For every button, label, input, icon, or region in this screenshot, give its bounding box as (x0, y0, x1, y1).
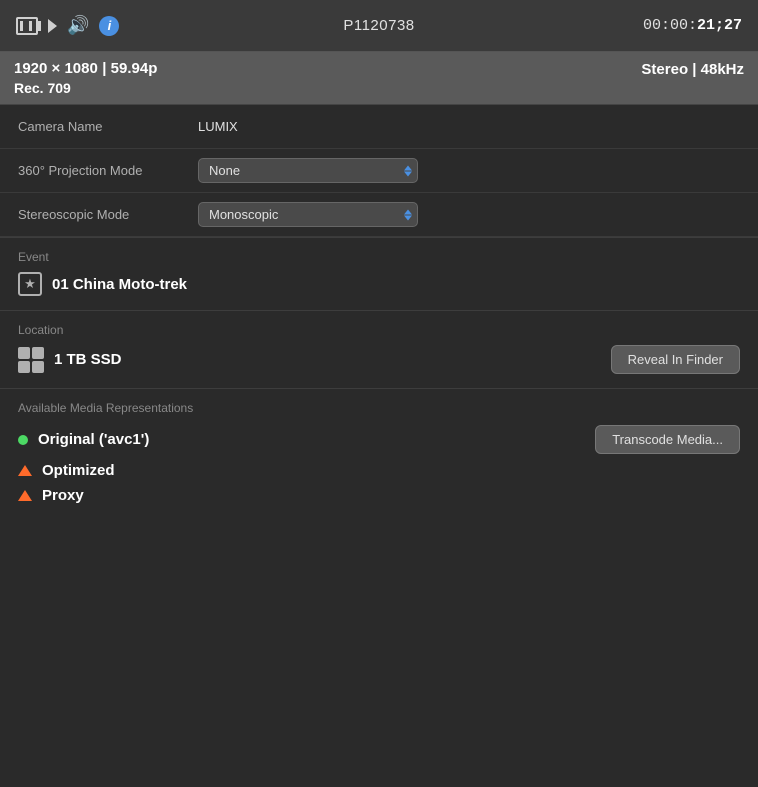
timecode-display: 00:00:21;27 (643, 17, 742, 34)
property-row-stereoscopic: Stereoscopic Mode Monoscopic Side by Sid… (0, 193, 758, 237)
proxy-status-triangle (18, 490, 32, 501)
location-name: 1 TB SSD (54, 351, 122, 368)
event-star-icon: ★ (18, 272, 42, 296)
location-section: Location 1 TB SSD Reveal In Finder (0, 311, 758, 389)
camera-name-label: Camera Name (18, 119, 198, 134)
info-bar: 1920 × 1080 | 59.94p Stereo | 48kHz Rec.… (0, 52, 758, 105)
event-section-label: Event (18, 250, 740, 264)
stereoscopic-label: Stereoscopic Mode (18, 207, 198, 222)
clip-title: P1120738 (343, 17, 414, 34)
media-row-original-left: Original ('avc1') (18, 431, 149, 448)
content-area: Camera Name LUMIX 360° Projection Mode N… (0, 105, 758, 784)
original-status-dot (18, 435, 28, 445)
info-bar-row1: 1920 × 1080 | 59.94p Stereo | 48kHz (14, 60, 744, 78)
storage-cell-1 (18, 347, 30, 359)
property-row-camera: Camera Name LUMIX (0, 105, 758, 149)
toolbar: 🔊 i P1120738 00:00:21;27 (0, 0, 758, 52)
storage-cell-2 (32, 347, 44, 359)
stereoscopic-select[interactable]: Monoscopic Side by Side Over/Under (198, 202, 418, 227)
optimized-media-name: Optimized (42, 462, 115, 479)
resolution-framerate: 1920 × 1080 | 59.94p (14, 60, 157, 78)
media-section-label: Available Media Representations (18, 401, 740, 415)
toolbar-icons: 🔊 i (16, 15, 119, 36)
location-section-label: Location (18, 323, 740, 337)
storage-cell-3 (18, 361, 30, 373)
storage-cell-4 (32, 361, 44, 373)
event-row: ★ 01 China Moto-trek (18, 272, 740, 296)
storage-icon (18, 347, 44, 373)
media-row-optimized: Optimized (18, 462, 740, 479)
projection-select-wrapper: None Equirectangular Cubic (198, 158, 418, 183)
location-left: 1 TB SSD (18, 347, 122, 373)
event-section: Event ★ 01 China Moto-trek (0, 238, 758, 311)
camera-name-value: LUMIX (198, 119, 238, 134)
speaker-icon[interactable]: 🔊 (67, 15, 89, 36)
stereoscopic-select-wrapper: Monoscopic Side by Side Over/Under (198, 202, 418, 227)
media-row-proxy: Proxy (18, 487, 740, 504)
playhead-icon[interactable] (48, 19, 57, 33)
reveal-in-finder-button[interactable]: Reveal In Finder (611, 345, 740, 374)
media-representations-section: Available Media Representations Original… (0, 389, 758, 526)
event-name: 01 China Moto-trek (52, 276, 187, 293)
projection-select[interactable]: None Equirectangular Cubic (198, 158, 418, 183)
proxy-media-name: Proxy (42, 487, 84, 504)
property-row-projection: 360° Projection Mode None Equirectangula… (0, 149, 758, 193)
optimized-status-triangle (18, 465, 32, 476)
media-row-original: Original ('avc1') Transcode Media... (18, 425, 740, 454)
transcode-media-button[interactable]: Transcode Media... (595, 425, 740, 454)
original-media-name: Original ('avc1') (38, 431, 149, 448)
info-icon[interactable]: i (99, 16, 119, 36)
media-row-optimized-left: Optimized (18, 462, 115, 479)
colorspace-info: Rec. 709 (14, 80, 744, 96)
media-row-proxy-left: Proxy (18, 487, 84, 504)
properties-section: Camera Name LUMIX 360° Projection Mode N… (0, 105, 758, 238)
audio-info: Stereo | 48kHz (641, 61, 744, 78)
projection-label: 360° Projection Mode (18, 163, 198, 178)
location-row: 1 TB SSD Reveal In Finder (18, 345, 740, 374)
film-icon[interactable] (16, 17, 38, 35)
